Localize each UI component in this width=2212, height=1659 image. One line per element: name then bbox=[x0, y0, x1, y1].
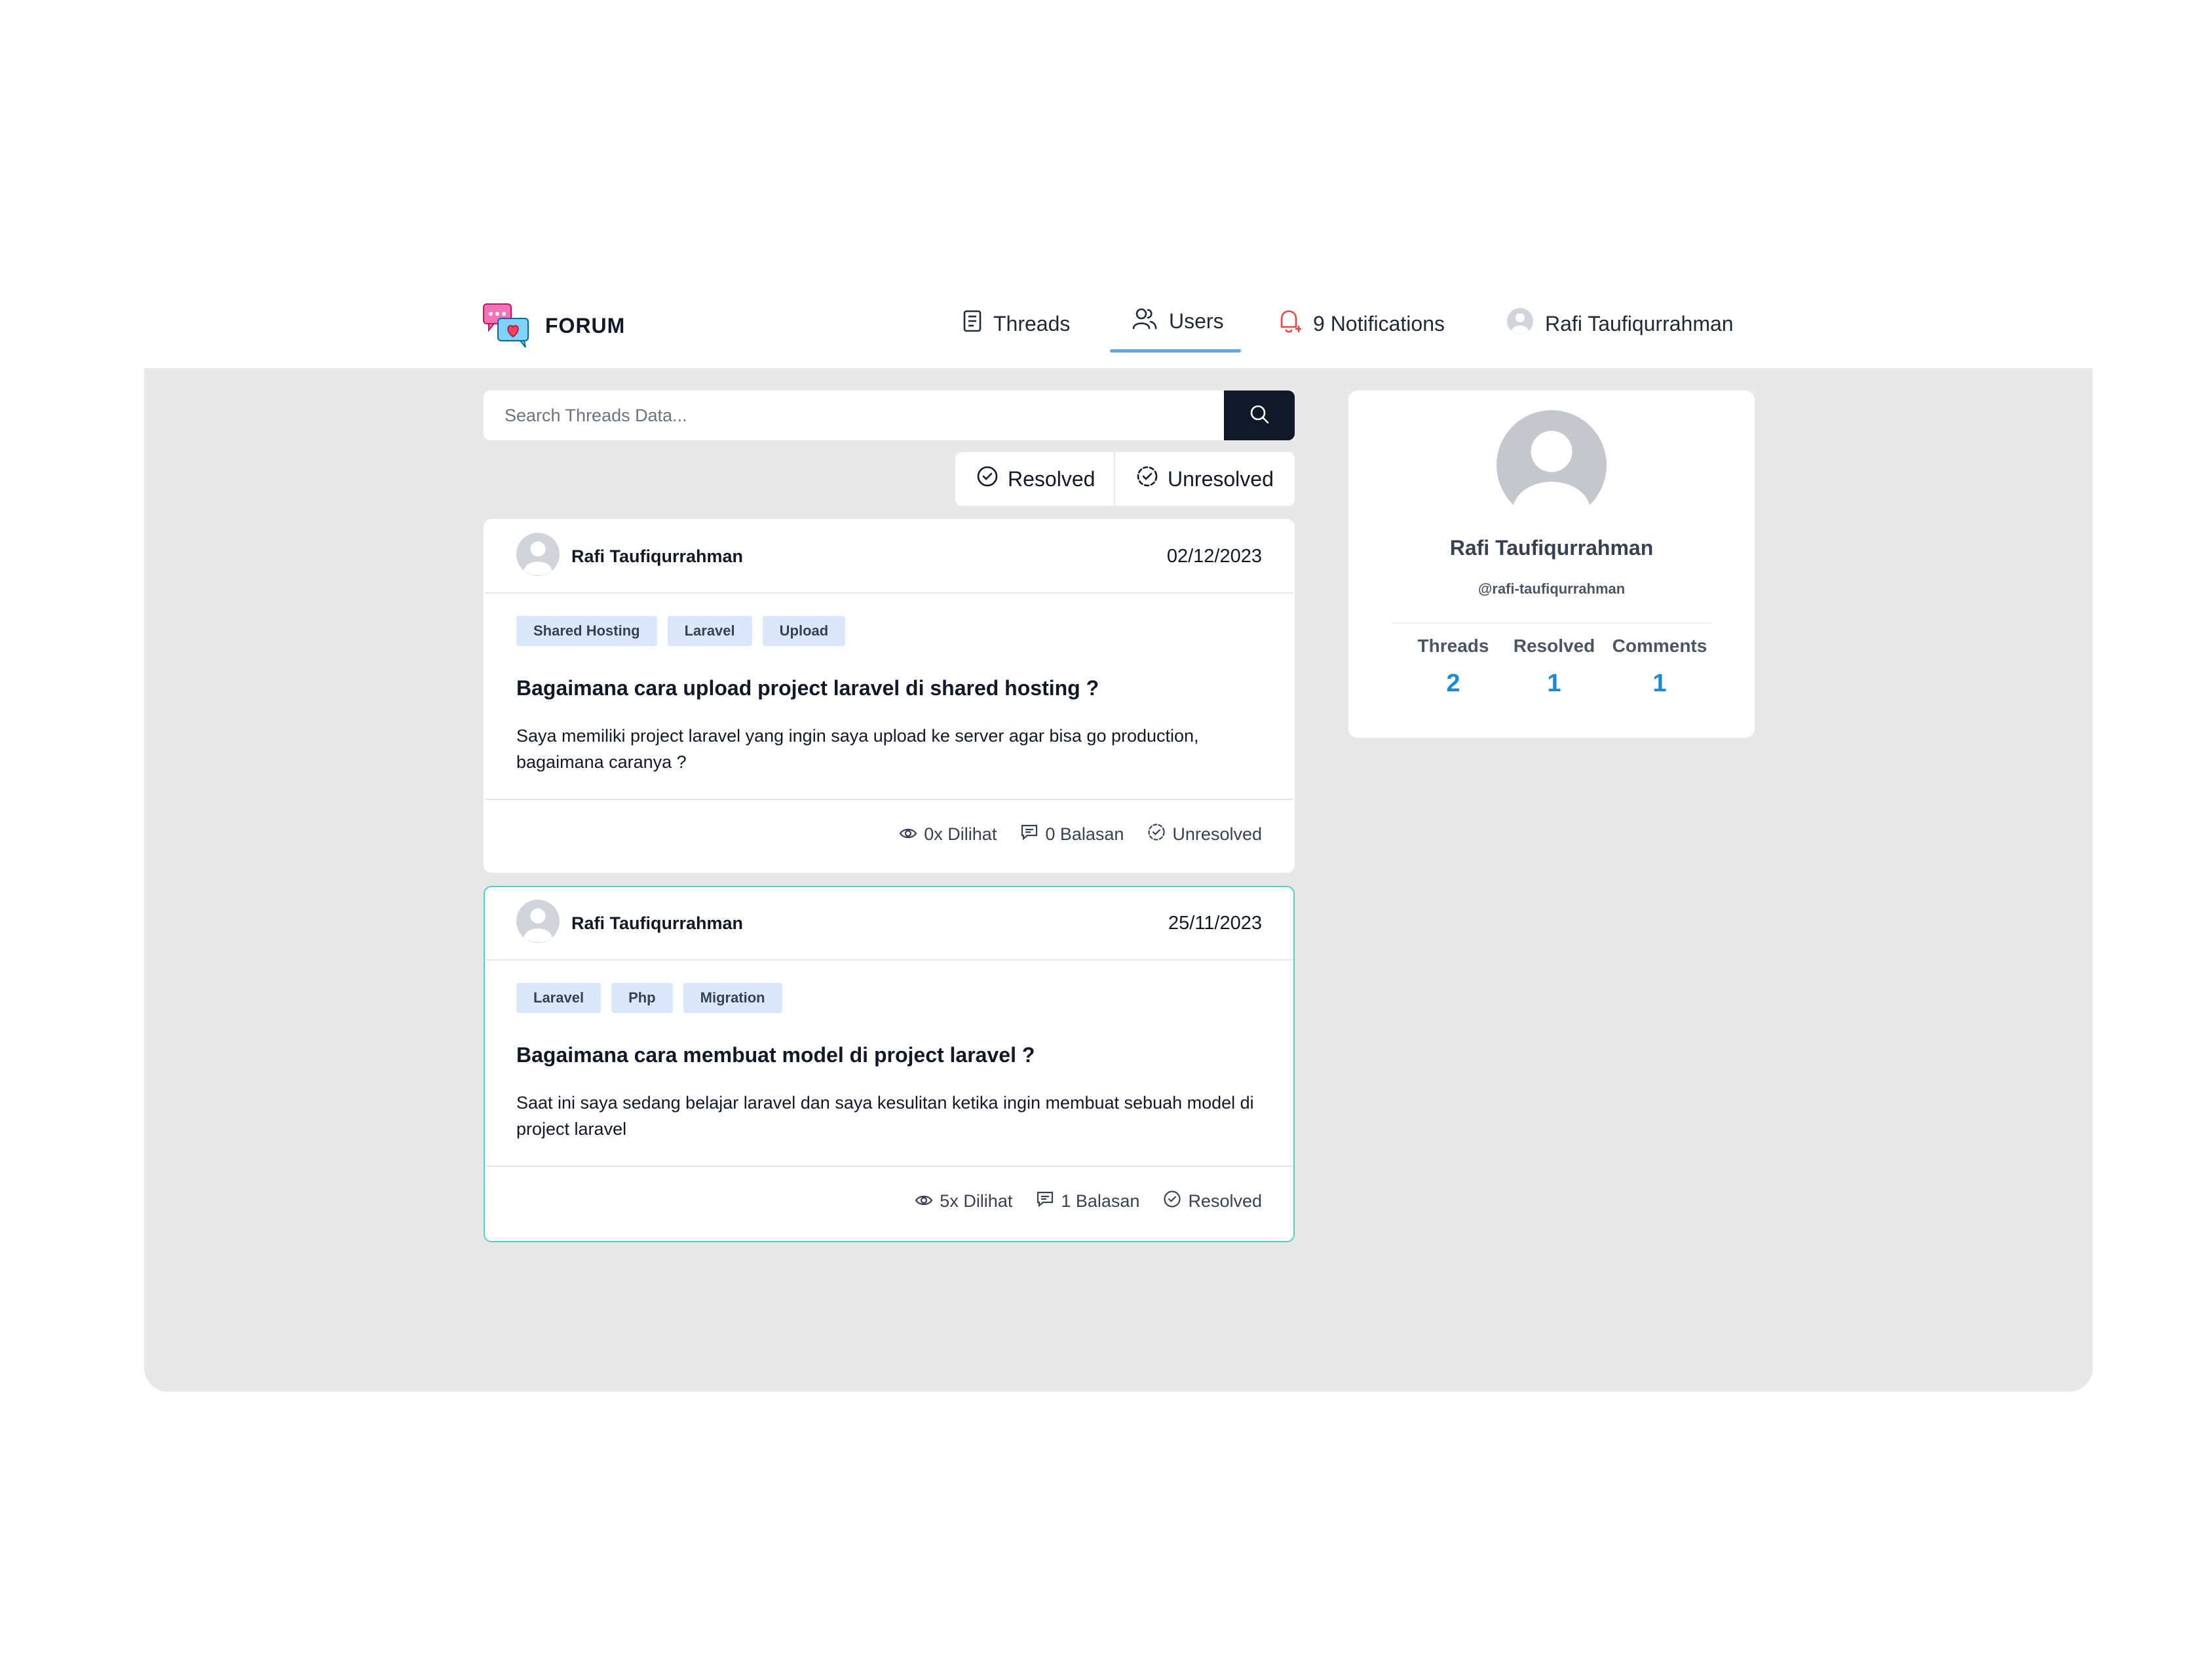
thread-body: Shared Hosting Laravel Upload Bagaimana … bbox=[485, 594, 1293, 800]
stat-threads: Threads 2 bbox=[1401, 636, 1506, 698]
thread-body: Laravel Php Migration Bagaimana cara mem… bbox=[485, 961, 1293, 1167]
thread-status-label: Resolved bbox=[1188, 1191, 1262, 1211]
filter-unresolved-label: Unresolved bbox=[1168, 467, 1274, 491]
thread-views-label: 5x Dilihat bbox=[940, 1191, 1013, 1211]
eye-icon bbox=[915, 1191, 933, 1211]
thread-title[interactable]: Bagaimana cara upload project laravel di… bbox=[516, 676, 1262, 700]
check-circle-icon bbox=[1163, 1190, 1181, 1213]
thread-author-name: Rafi Taufiqurrahman bbox=[571, 913, 744, 933]
stat-threads-label: Threads bbox=[1417, 636, 1489, 656]
search-input[interactable] bbox=[505, 405, 1295, 426]
brand-name: FORUM bbox=[545, 313, 626, 337]
thread-replies: 1 Balasan bbox=[1036, 1190, 1139, 1213]
thread-header: Rafi Taufiqurrahman 02/12/2023 bbox=[485, 520, 1293, 594]
divider bbox=[1392, 622, 1711, 624]
nav-user-menu[interactable]: Rafi Taufiqurrahman bbox=[1507, 288, 1734, 359]
tag-list: Shared Hosting Laravel Upload bbox=[516, 616, 1262, 646]
thread-author[interactable]: Rafi Taufiqurrahman bbox=[516, 532, 744, 581]
thread-status-label: Unresolved bbox=[1172, 824, 1262, 844]
thread-views-label: 0x Dilihat bbox=[924, 824, 997, 844]
thread-status: Unresolved bbox=[1147, 823, 1262, 846]
thread-views: 0x Dilihat bbox=[899, 824, 997, 845]
thread-author-name: Rafi Taufiqurrahman bbox=[571, 546, 744, 566]
status-filter: Resolved Unresolved bbox=[955, 452, 1295, 506]
thread-card[interactable]: Rafi Taufiqurrahman 02/12/2023 Shared Ho… bbox=[484, 519, 1295, 873]
thread-status: Resolved bbox=[1163, 1190, 1262, 1213]
stat-resolved: Resolved 1 bbox=[1502, 636, 1607, 698]
thread-replies-label: 0 Balasan bbox=[1045, 824, 1124, 844]
comment-icon bbox=[1020, 823, 1039, 846]
tag[interactable]: Shared Hosting bbox=[516, 616, 657, 646]
thread-card[interactable]: Rafi Taufiqurrahman 25/11/2023 Laravel P… bbox=[484, 886, 1295, 1242]
nav-users[interactable]: Users bbox=[1110, 288, 1246, 354]
thread-header: Rafi Taufiqurrahman 25/11/2023 bbox=[485, 887, 1293, 961]
avatar bbox=[516, 532, 560, 581]
stat-threads-value: 2 bbox=[1446, 670, 1460, 697]
avatar bbox=[1507, 308, 1533, 339]
check-circle-icon bbox=[976, 465, 999, 493]
profile-name: Rafi Taufiqurrahman bbox=[1449, 536, 1654, 560]
dashed-check-circle-icon bbox=[1136, 465, 1158, 493]
tag[interactable]: Migration bbox=[683, 983, 782, 1013]
bell-icon bbox=[1278, 309, 1303, 339]
search-bar bbox=[484, 391, 1295, 440]
thread-author[interactable]: Rafi Taufiqurrahman bbox=[516, 899, 744, 947]
thread-replies-label: 1 Balasan bbox=[1061, 1191, 1140, 1211]
thread-date: 25/11/2023 bbox=[1168, 912, 1262, 934]
dashed-check-circle-icon bbox=[1147, 823, 1166, 846]
page: FORUM Threads Users 9 Notifications Rafi… bbox=[0, 0, 2212, 1659]
thread-title[interactable]: Bagaimana cara membuat model di project … bbox=[516, 1043, 1262, 1067]
tag[interactable]: Php bbox=[611, 983, 673, 1013]
document-icon bbox=[963, 310, 982, 337]
nav-notifications-label: 9 Notifications bbox=[1313, 311, 1445, 335]
active-tab-indicator bbox=[1110, 349, 1241, 353]
eye-icon bbox=[899, 824, 917, 845]
stat-comments-value: 1 bbox=[1652, 670, 1667, 697]
filter-resolved-button[interactable]: Resolved bbox=[955, 452, 1115, 506]
brand[interactable]: FORUM bbox=[482, 303, 625, 349]
stat-comments-label: Comments bbox=[1612, 636, 1707, 656]
thread-date: 02/12/2023 bbox=[1166, 545, 1262, 567]
nav-threads-label: Threads bbox=[993, 311, 1071, 335]
profile-card: Rafi Taufiqurrahman @rafi-taufiqurrahman… bbox=[1348, 391, 1755, 738]
tag[interactable]: Laravel bbox=[516, 983, 601, 1013]
comment-icon bbox=[1036, 1190, 1054, 1213]
nav-user-name: Rafi Taufiqurrahman bbox=[1545, 311, 1734, 335]
stat-resolved-value: 1 bbox=[1547, 670, 1561, 697]
filter-resolved-label: Resolved bbox=[1008, 467, 1096, 491]
users-icon bbox=[1132, 307, 1157, 335]
filter-unresolved-button[interactable]: Unresolved bbox=[1115, 452, 1295, 506]
thread-description: Saat ini saya sedang belajar laravel dan… bbox=[516, 1093, 1254, 1139]
thread-footer: 5x Dilihat 1 Balasan Resolved bbox=[485, 1167, 1293, 1235]
profile-handle: @rafi-taufiqurrahman bbox=[1478, 581, 1626, 597]
avatar bbox=[516, 899, 560, 947]
stat-comments: Comments 1 bbox=[1604, 636, 1715, 698]
nav-notifications[interactable]: 9 Notifications bbox=[1278, 288, 1445, 359]
profile-avatar bbox=[1497, 410, 1607, 524]
thread-description: Saya memiliki project laravel yang ingin… bbox=[516, 726, 1199, 772]
thread-replies: 0 Balasan bbox=[1020, 823, 1124, 846]
chat-bubbles-heart-icon bbox=[482, 303, 531, 349]
nav-threads[interactable]: Threads bbox=[963, 288, 1070, 359]
thread-views: 5x Dilihat bbox=[915, 1191, 1012, 1211]
stat-resolved-label: Resolved bbox=[1513, 636, 1595, 656]
tag-list: Laravel Php Migration bbox=[516, 983, 1262, 1013]
top-nav: FORUM Threads Users 9 Notifications Rafi… bbox=[0, 288, 2212, 368]
tag[interactable]: Upload bbox=[762, 616, 846, 646]
search-button[interactable] bbox=[1224, 391, 1295, 440]
search-icon bbox=[1248, 403, 1270, 429]
thread-footer: 0x Dilihat 0 Balasan Unresolved bbox=[485, 800, 1293, 868]
tag[interactable]: Laravel bbox=[667, 616, 752, 646]
nav-users-label: Users bbox=[1169, 309, 1224, 333]
